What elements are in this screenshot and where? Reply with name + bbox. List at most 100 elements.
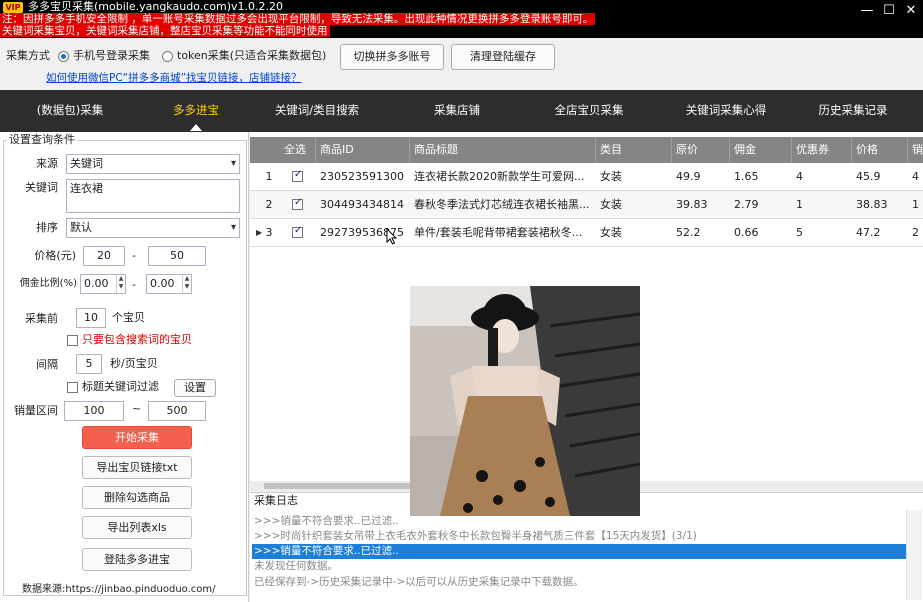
contain-keyword-checkbox[interactable]	[67, 335, 78, 346]
radio-token[interactable]	[162, 51, 173, 62]
row-checkbox[interactable]	[292, 197, 303, 210]
clear-cache-button[interactable]: 清理登陆缓存	[451, 44, 555, 70]
maximize-icon[interactable]: ☐	[880, 4, 898, 18]
cell-price: 38.83	[856, 198, 888, 211]
sort-select[interactable]: 默认	[66, 218, 240, 238]
minimize-icon[interactable]: —	[858, 4, 876, 18]
cell-commission: 0.66	[734, 226, 759, 239]
cell-category: 女装	[600, 198, 622, 211]
log-line[interactable]: 未发现任何数据。	[252, 559, 917, 574]
scrollbar-thumb[interactable]	[264, 483, 414, 489]
delete-checked-button[interactable]: 删除勾选商品	[82, 486, 192, 509]
price-max-input[interactable]: 50	[148, 246, 206, 266]
cell-sales: 2	[912, 226, 919, 239]
commission-min-value: 0.00	[84, 277, 109, 290]
table-row[interactable]: ▶ 3 292739536875 单件/套装毛呢背带裙套装裙秋冬... 女装 5…	[250, 219, 923, 247]
interval-input[interactable]: 5	[76, 354, 102, 374]
keyword-input[interactable]: 连衣裙	[66, 179, 240, 213]
collect-first-input[interactable]: 10	[76, 308, 106, 328]
col-commission[interactable]: 佣金	[730, 137, 792, 163]
cell-sales: 1	[912, 198, 919, 211]
commission-max-input[interactable]: 0.00 ▲ ▼	[146, 274, 192, 294]
log-title: 采集日志	[254, 494, 298, 507]
sort-select-value: 默认	[70, 221, 92, 234]
cell-sales: 4	[912, 170, 919, 183]
log-line-selected[interactable]: >>>销量不符合要求..已过滤..	[252, 544, 917, 559]
cell-coupon: 5	[796, 226, 803, 239]
col-select-all[interactable]: 全选	[280, 137, 316, 163]
col-product-title[interactable]: 商品标题	[410, 137, 596, 163]
log-vertical-scrollbar[interactable]	[906, 510, 922, 600]
tab-collect-shop[interactable]: 采集店铺	[398, 90, 516, 132]
col-original-price[interactable]: 原价	[672, 137, 730, 163]
commission-label: 佣金比例(%)	[19, 278, 77, 289]
cell-category: 女装	[600, 226, 622, 239]
radio-token-label[interactable]: token采集(只适合采集数据包)	[177, 48, 326, 64]
source-label: 来源	[36, 157, 58, 170]
log-line[interactable]: >>>时尚针织套装女吊带上衣毛衣外套秋冬中长款包臀半身裙气质三件套【15天内发货…	[252, 529, 917, 544]
source-select[interactable]: 关键词	[66, 154, 240, 174]
commission-max-value: 0.00	[150, 277, 175, 290]
spin-arrows-icon[interactable]: ▲ ▼	[116, 275, 125, 293]
app-title: 多多宝贝采集(mobile.yangkaudo.com)v1.0.2.20	[28, 0, 283, 13]
sales-range-label: 销量区间	[14, 404, 58, 417]
cell-product-title: 单件/套装毛呢背带裙套装裙秋冬...	[414, 226, 583, 239]
price-label: 价格(元)	[34, 249, 76, 262]
export-xls-button[interactable]: 导出列表xls	[82, 516, 192, 539]
table-row[interactable]: 2 304493434814 春秋冬季法式灯芯绒连衣裙长袖黑... 女装 39.…	[250, 191, 923, 219]
row-checkbox[interactable]	[292, 169, 303, 182]
warning-banner: 注：因拼多多手机安全限制 ，单一账号采集数据过多会出现平台限制，导致无法采集。出…	[0, 13, 596, 25]
spin-arrows-icon[interactable]: ▲ ▼	[182, 275, 191, 293]
sales-min-input[interactable]: 100	[64, 401, 124, 421]
source-select-value: 关键词	[70, 157, 103, 170]
help-link[interactable]: 如何使用微信PC“拼多多商城”找宝贝链接，店铺链接？	[46, 70, 302, 85]
price-min-input[interactable]: 20	[83, 246, 125, 266]
login-jinbao-button[interactable]: 登陆多多进宝	[82, 548, 192, 571]
log-line[interactable]: >>>销量不符合要求..已过滤..	[252, 514, 917, 529]
warning-banner-2: 关键词采集宝贝，关键词采集店铺，整店宝贝采集等功能不能同时使用	[0, 25, 330, 37]
sort-label: 排序	[36, 221, 58, 234]
commission-min-input[interactable]: 0.00 ▲ ▼	[80, 274, 126, 294]
tab-history[interactable]: 历史采集记录	[798, 90, 908, 132]
title-filter-label[interactable]: 标题关键词过滤	[82, 379, 159, 395]
tab-duoduo-jinbao[interactable]: 多多进宝	[140, 90, 252, 132]
collect-mode-label: 采集方式	[6, 49, 50, 62]
cell-coupon: 1	[796, 198, 803, 211]
col-coupon[interactable]: 优惠券	[792, 137, 852, 163]
radio-phone-login-label[interactable]: 手机号登录采集	[73, 48, 150, 64]
tab-keyword-search[interactable]: 关键词/类目搜索	[252, 90, 382, 132]
col-sales[interactable]: 销	[908, 137, 923, 163]
cell-commission: 1.65	[734, 170, 759, 183]
commission-dash: -	[132, 278, 136, 291]
title-filter-checkbox[interactable]	[67, 382, 78, 393]
table-row[interactable]: 1 230523591300 连衣裙长款2020新款学生可爱网... 女装 49…	[250, 163, 923, 191]
interval-label: 间隔	[36, 358, 58, 371]
radio-phone-login[interactable]	[58, 51, 69, 62]
export-links-button[interactable]: 导出宝贝链接txt	[82, 456, 192, 479]
col-price[interactable]: 价格	[852, 137, 908, 163]
mouse-cursor-icon	[386, 228, 398, 245]
log-line[interactable]: 已经保存到->历史采集记录中->以后可以从历史采集记录中下载数据。	[252, 575, 917, 590]
tab-keyword-tips[interactable]: 关键词采集心得	[664, 90, 788, 132]
contain-keyword-label[interactable]: 只要包含搜索词的宝贝	[82, 332, 192, 348]
product-photo	[410, 286, 640, 516]
close-icon[interactable]: ✕	[902, 4, 920, 18]
row-number: 2	[265, 198, 273, 211]
sales-tilde: ~	[132, 402, 142, 415]
col-category[interactable]: 类目	[596, 137, 672, 163]
switch-account-button[interactable]: 切换拼多多账号	[340, 44, 444, 70]
tab-whole-shop[interactable]: 全店宝贝采集	[530, 90, 648, 132]
keyword-label: 关键词	[25, 181, 58, 194]
tab-package-collect[interactable]: (数据包)采集	[0, 90, 140, 132]
main-nav: (数据包)采集 多多进宝 关键词/类目搜索 采集店铺 全店宝贝采集 关键词采集心…	[0, 90, 923, 132]
filter-settings-button[interactable]: 设置	[174, 379, 216, 397]
col-product-id[interactable]: 商品ID	[316, 137, 410, 163]
start-collect-button[interactable]: 开始采集	[82, 426, 192, 449]
sales-max-input[interactable]: 500	[148, 401, 206, 421]
cell-category: 女装	[600, 170, 622, 183]
cell-price: 47.2	[856, 226, 881, 239]
price-dash: -	[132, 249, 136, 262]
cell-product-title: 连衣裙长款2020新款学生可爱网...	[414, 170, 585, 183]
row-checkbox[interactable]	[292, 225, 303, 238]
cell-commission: 2.79	[734, 198, 759, 211]
